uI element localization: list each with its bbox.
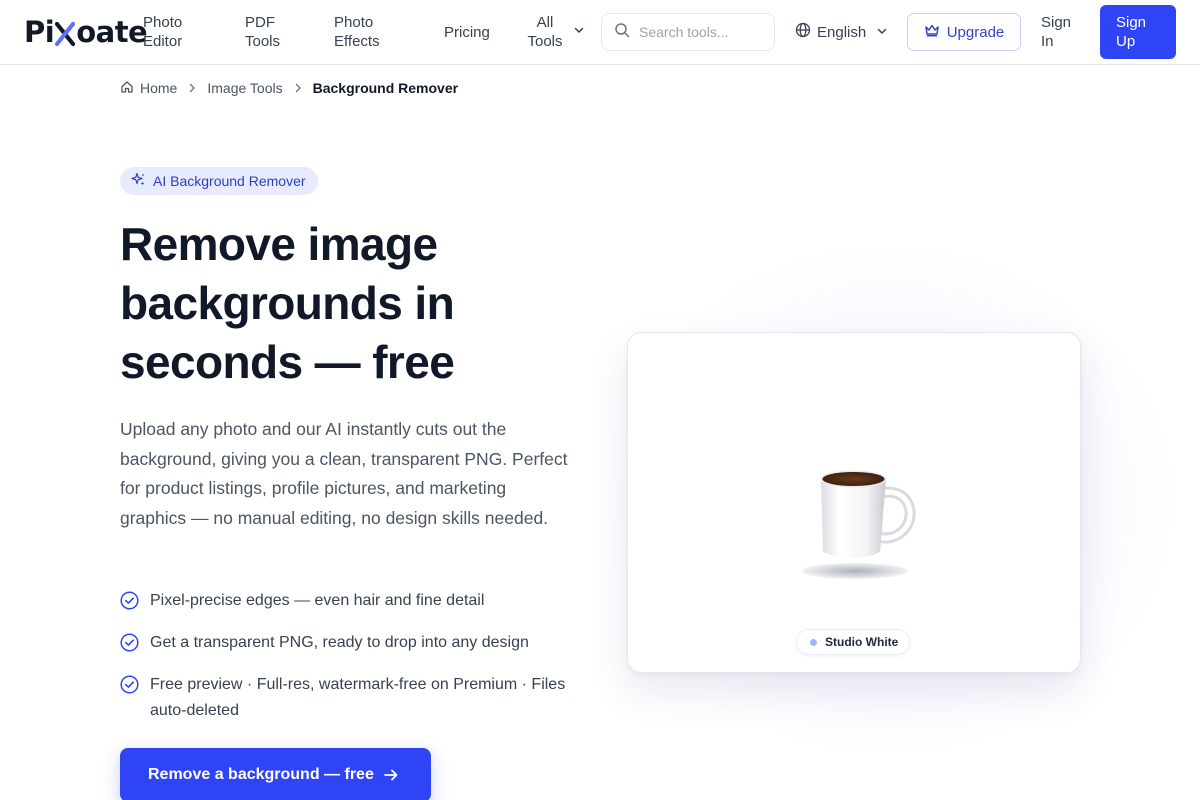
coffee-mug-image — [802, 470, 916, 579]
chevron-right-icon — [293, 83, 303, 93]
breadcrumb-home[interactable]: Home — [120, 80, 177, 97]
chevron-down-icon — [876, 24, 888, 41]
feature-text: Get a transparent PNG, ready to drop int… — [150, 634, 529, 651]
sparkles-icon — [131, 172, 146, 190]
sign-up-button[interactable]: Sign Up — [1100, 5, 1176, 59]
nav-all-tools-label: All Tools — [527, 14, 563, 50]
language-selector[interactable]: English — [795, 22, 888, 42]
check-circle-icon — [120, 633, 139, 661]
feature-item: Get a transparent PNG, ready to drop int… — [120, 630, 570, 661]
remove-background-cta-button[interactable]: Remove a background — free — [120, 748, 431, 800]
cta-label: Remove a background — free — [148, 766, 374, 783]
search-icon — [614, 22, 630, 43]
hero-badge: AI Background Remover — [120, 167, 318, 195]
breadcrumb: Home Image Tools Background Remover — [120, 78, 458, 98]
preview-card: Studio White — [627, 332, 1081, 673]
preset-label: Studio White — [825, 635, 899, 649]
chevron-down-icon — [573, 23, 585, 41]
hero-description: Upload any photo and our AI instantly cu… — [120, 419, 568, 528]
nav-all-tools[interactable]: All Tools — [527, 13, 585, 51]
home-icon — [120, 80, 134, 97]
arrow-right-icon — [382, 766, 400, 784]
hero-title: Remove image backgrounds in seconds — fr… — [120, 218, 455, 388]
check-circle-icon — [120, 675, 139, 724]
sign-in-link[interactable]: Sign In — [1041, 13, 1075, 51]
site-header: Pi oate Photo Editor PDF Tools Photo Effe… — [0, 0, 1200, 65]
sign-up-label: Sign Up — [1116, 14, 1147, 50]
feature-list: Pixel-precise edges — even hair and fine… — [120, 588, 570, 735]
feature-item: Free preview · Full-res, watermark-free … — [120, 672, 570, 724]
feature-text: Pixel-precise edges — even hair and fine… — [150, 592, 485, 609]
crown-icon — [924, 23, 940, 41]
globe-icon — [795, 22, 811, 42]
nav-pdf-tools[interactable]: PDF Tools — [245, 13, 295, 51]
hero-badge-label: AI Background Remover — [153, 173, 306, 189]
background-preset-chip[interactable]: Studio White — [796, 629, 911, 655]
search-box[interactable] — [601, 13, 775, 51]
upgrade-button[interactable]: Upgrade — [907, 13, 1021, 51]
logo[interactable]: Pi oate — [24, 14, 148, 50]
logo-wordmark: Pi oate — [24, 15, 148, 49]
breadcrumb-current: Background Remover — [312, 80, 459, 96]
feature-item: Pixel-precise edges — even hair and fine… — [120, 588, 570, 619]
logo-text-start: Pi — [24, 15, 55, 49]
search-input[interactable] — [639, 24, 759, 40]
logo-x-mark — [55, 17, 76, 47]
nav-pricing[interactable]: Pricing — [444, 23, 490, 42]
feature-text: Free preview · Full-res, watermark-free … — [150, 676, 566, 719]
chevron-right-icon — [187, 83, 197, 93]
breadcrumb-image-tools[interactable]: Image Tools — [207, 80, 282, 96]
preset-color-dot — [810, 638, 817, 646]
check-circle-icon — [120, 591, 139, 619]
language-label: English — [817, 23, 867, 41]
nav-photo-editor[interactable]: Photo Editor — [143, 13, 203, 51]
logo-text-end: oate — [76, 15, 148, 49]
breadcrumb-home-label: Home — [140, 80, 178, 96]
upgrade-label: Upgrade — [946, 23, 1005, 41]
nav-photo-effects[interactable]: Photo Effects — [334, 13, 394, 51]
